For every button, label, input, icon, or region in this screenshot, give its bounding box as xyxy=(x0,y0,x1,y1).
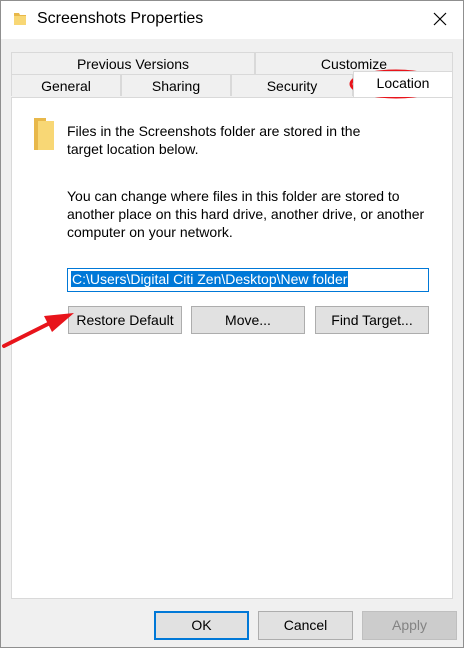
restore-default-button[interactable]: Restore Default xyxy=(68,306,182,334)
tab-previous-versions[interactable]: Previous Versions xyxy=(11,52,255,74)
tab-sharing[interactable]: Sharing xyxy=(121,74,231,96)
tab-label: Customize xyxy=(320,56,388,72)
window-title: Screenshots Properties xyxy=(37,10,204,27)
tab-security[interactable]: Security xyxy=(231,74,353,96)
title-bar: Screenshots Properties xyxy=(1,1,463,39)
tab-label: General xyxy=(41,78,91,94)
target-path-value: C:\Users\Digital Citi Zen\Desktop\New fo… xyxy=(71,271,349,287)
tab-location[interactable]: Location xyxy=(353,71,453,97)
location-panel: Files in the Screenshots folder are stor… xyxy=(11,97,453,599)
tab-label: Location xyxy=(376,75,430,91)
tab-label: Previous Versions xyxy=(76,56,190,72)
cancel-button[interactable]: Cancel xyxy=(258,611,353,640)
target-path-field[interactable]: C:\Users\Digital Citi Zen\Desktop\New fo… xyxy=(67,268,429,292)
close-button[interactable] xyxy=(417,1,463,39)
move-button[interactable]: Move... xyxy=(191,306,305,334)
apply-button: Apply xyxy=(362,611,457,640)
properties-dialog: Screenshots Properties Previous Versions… xyxy=(0,0,464,648)
ok-button[interactable]: OK xyxy=(154,611,249,640)
find-target-button[interactable]: Find Target... xyxy=(315,306,429,334)
tab-general[interactable]: General xyxy=(11,74,121,96)
folder-icon xyxy=(32,116,56,155)
close-icon xyxy=(433,12,447,29)
tab-label: Sharing xyxy=(151,78,201,94)
folder-icon xyxy=(13,11,27,30)
tab-label: Security xyxy=(266,78,318,94)
explanation-text: You can change where files in this folde… xyxy=(67,188,425,240)
intro-text: Files in the Screenshots folder are stor… xyxy=(67,123,361,157)
